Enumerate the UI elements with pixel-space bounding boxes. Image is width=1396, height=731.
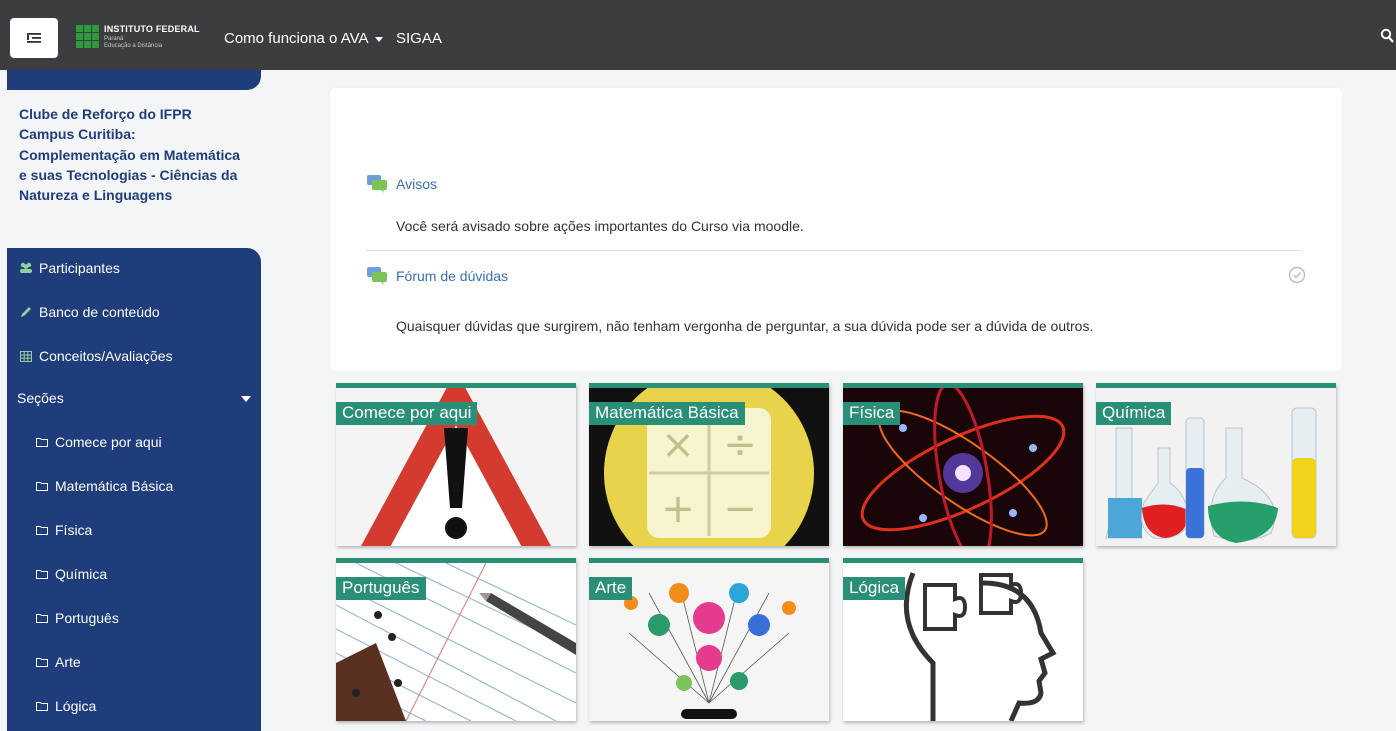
users-icon	[17, 262, 35, 274]
course-sidebar: Clube de Reforço do IFPR Campus Curitiba…	[7, 70, 261, 731]
folder-icon	[33, 525, 51, 535]
sidebar-section-label: Matemática Básica	[55, 478, 174, 494]
sidebar-item-label: Participantes	[39, 260, 120, 276]
search-icon[interactable]	[1380, 28, 1394, 44]
sidebar-item-label: Banco de conteúdo	[39, 304, 160, 320]
forum-icon	[367, 267, 387, 285]
tile-label: Português	[336, 577, 426, 600]
menu-toggle-icon	[27, 33, 41, 43]
table-icon	[17, 350, 35, 362]
sidebar-section-label: Comece por aqui	[55, 434, 162, 450]
sidebar-section-fisica[interactable]: Física	[7, 510, 261, 550]
folder-icon	[33, 613, 51, 623]
activity-forum-de-duvidas[interactable]: Fórum de dúvidas	[366, 266, 508, 286]
logo-line-3: Educação a Distância	[104, 43, 163, 49]
sidebar-section-quimica[interactable]: Química	[7, 554, 261, 594]
section-tile-quimica[interactable]: Química	[1096, 383, 1336, 546]
section-tile-matematica-basica[interactable]: × ÷ + − Matemática Básica	[589, 383, 829, 546]
sidebar-section-matematica-basica[interactable]: Matemática Básica	[7, 466, 261, 506]
nav-how-it-works-dropdown[interactable]: Como funciona o AVA	[224, 30, 383, 47]
sidebar-top-cap	[7, 70, 261, 90]
sidebar-section-label: Lógica	[55, 698, 97, 714]
menu-toggle-button[interactable]	[10, 18, 58, 58]
sidebar-section-portugues[interactable]: Português	[7, 598, 261, 638]
pencil-icon	[17, 305, 35, 319]
section-tile-portugues[interactable]: Português	[336, 558, 576, 721]
section-tile-fisica[interactable]: Física	[843, 383, 1083, 546]
chevron-down-icon	[241, 396, 251, 402]
sidebar-section-arte[interactable]: Arte	[7, 642, 261, 682]
chevron-down-icon	[374, 36, 383, 42]
sidebar-sections-toggle[interactable]: Seções	[7, 378, 261, 418]
folder-icon	[33, 569, 51, 579]
forum-icon	[367, 175, 387, 193]
sections-label: Seções	[17, 390, 64, 406]
sidebar-item-participantes[interactable]: Participantes	[7, 248, 261, 288]
logo-mark-icon	[76, 25, 100, 49]
tile-label: Química	[1096, 402, 1172, 425]
sidebar-item-conceitos-avaliacoes[interactable]: Conceitos/Avaliações	[7, 336, 261, 376]
sidebar-item-label: Conceitos/Avaliações	[39, 348, 173, 364]
tile-label: Física	[843, 402, 901, 425]
sidebar-section-label: Química	[55, 566, 108, 582]
divider	[366, 250, 1302, 251]
nav-how-it-works-label: Como funciona o AVA	[224, 30, 369, 47]
tile-label: Lógica	[843, 577, 906, 600]
general-section-card: Avisos Você será avisado sobre ações imp…	[330, 88, 1342, 371]
section-tile-logica[interactable]: Lógica	[843, 558, 1083, 721]
activity-description: Quaisquer dúvidas que surgirem, não tenh…	[396, 318, 1094, 334]
section-tile-arte[interactable]: Arte	[589, 558, 829, 721]
activity-avisos[interactable]: Avisos	[366, 174, 437, 194]
activity-description: Você será avisado sobre ações importante…	[396, 218, 804, 234]
logo-line-2: Paraná	[104, 36, 124, 42]
folder-icon	[33, 657, 51, 667]
completion-check-icon[interactable]	[1288, 266, 1306, 284]
tile-label: Matemática Básica	[589, 402, 745, 425]
institution-logo[interactable]: INSTITUTO FEDERAL Paraná Educação a Dist…	[76, 22, 206, 52]
svg-text:÷: ÷	[723, 422, 757, 468]
sidebar-nav: Participantes Banco de conteúdo Conceito…	[7, 248, 261, 731]
nav-sigaa-link[interactable]: SIGAA	[396, 30, 442, 47]
tile-label: Arte	[589, 577, 633, 600]
sidebar-section-label: Física	[55, 522, 93, 538]
sidebar-item-banco-de-conteudo[interactable]: Banco de conteúdo	[7, 292, 261, 332]
folder-icon	[33, 481, 51, 491]
section-tile-comece-por-aqui[interactable]: Comece por aqui	[336, 383, 576, 546]
sidebar-section-label: Português	[55, 610, 119, 626]
sidebar-section-logica[interactable]: Lógica	[7, 686, 261, 726]
svg-text:×: ×	[661, 422, 695, 468]
svg-text:−: −	[723, 486, 757, 532]
sidebar-section-comece-por-aqui[interactable]: Comece por aqui	[7, 422, 261, 462]
activity-link[interactable]: Avisos	[396, 176, 437, 192]
folder-icon	[33, 437, 51, 447]
logo-line-1: INSTITUTO FEDERAL	[104, 24, 200, 34]
folder-icon	[33, 701, 51, 711]
svg-text:+: +	[661, 486, 695, 532]
sidebar-section-label: Arte	[55, 654, 81, 670]
tile-label: Comece por aqui	[336, 402, 478, 425]
activity-link[interactable]: Fórum de dúvidas	[396, 268, 508, 284]
top-navbar: INSTITUTO FEDERAL Paraná Educação a Dist…	[0, 0, 1396, 70]
